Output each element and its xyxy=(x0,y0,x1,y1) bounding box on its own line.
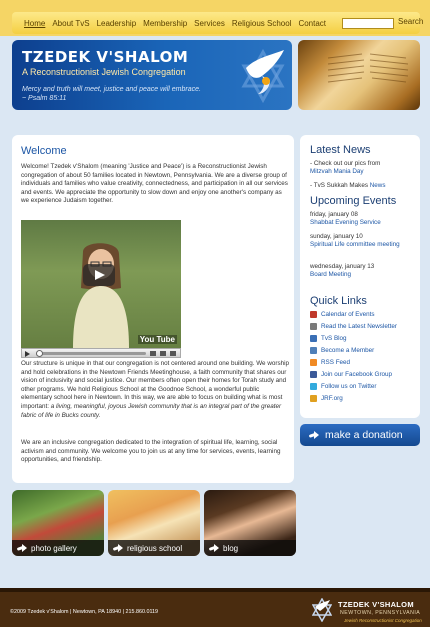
footer-location: NEWTOWN, PENNSYLVANIA xyxy=(340,610,421,616)
upcoming-events-heading: Upcoming Events xyxy=(310,195,397,207)
fullscreen-icon[interactable] xyxy=(170,351,176,356)
menu-icon[interactable] xyxy=(160,351,166,356)
quick-link-calendar[interactable]: Calendar of Events xyxy=(310,311,375,318)
event-date: wednesday, january 13 xyxy=(310,263,375,270)
event-link[interactable]: Spiritual Life committee meeting xyxy=(310,241,400,248)
video-person-image xyxy=(73,243,129,348)
footer-copyright: ©2009 Tzedek v'Shalom | Newtown, PA 1894… xyxy=(10,609,159,615)
news-link-sukkah[interactable]: News xyxy=(370,182,386,189)
photo-gallery-tile[interactable]: photo gallery xyxy=(12,490,104,556)
arrow-icon xyxy=(209,544,219,552)
tile-caption: blog xyxy=(204,540,296,556)
event-link[interactable]: Shabbat Evening Service xyxy=(310,219,381,226)
news-link-mitzvah[interactable]: Mitzvah Mania Day xyxy=(310,168,364,175)
tile-label: blog xyxy=(223,543,239,553)
quick-link-label: Become a Member xyxy=(321,347,375,354)
quick-link-newsletter[interactable]: Read the Latest Newsletter xyxy=(310,323,397,330)
quick-link-facebook[interactable]: Join our Facebook Group xyxy=(310,371,392,378)
quick-link-label: JRF.org xyxy=(321,395,343,402)
structure-emphasis: a living, meaningful, joyous Jewish comm… xyxy=(21,402,282,419)
religious-school-tile[interactable]: religious school xyxy=(108,490,200,556)
play-icon[interactable] xyxy=(25,351,30,357)
tile-caption: photo gallery xyxy=(12,540,104,556)
quick-link-label: Join our Facebook Group xyxy=(321,371,393,378)
banner-quote-citation: ~ Psalm 85:11 xyxy=(22,95,67,102)
rss-icon xyxy=(310,359,317,366)
torah-text-lines-icon xyxy=(327,53,409,83)
torah-scroll-image xyxy=(298,40,420,110)
site-title: TZEDEK V'SHALOM xyxy=(22,48,189,66)
arrow-icon xyxy=(113,544,123,552)
event-item: friday, january 08 Shabbat Evening Servi… xyxy=(310,211,416,227)
video-scrubber[interactable] xyxy=(36,350,43,357)
blog-tile[interactable]: blog xyxy=(204,490,296,556)
latest-news-heading: Latest News xyxy=(310,144,371,156)
closing-paragraph: We are an inclusive congregation dedicat… xyxy=(21,439,281,464)
nav-services[interactable]: Services xyxy=(194,19,225,28)
search-button[interactable]: Search xyxy=(398,17,423,26)
nav-leadership[interactable]: Leadership xyxy=(97,19,137,28)
news-item: - Check out our pics from Mitzvah Mania … xyxy=(310,160,416,176)
event-date: friday, january 08 xyxy=(310,211,358,218)
footer-name: TZEDEK V'SHALOM xyxy=(338,600,414,609)
calendar-icon xyxy=(310,311,317,318)
event-item: wednesday, january 13 Board Meeting xyxy=(310,263,416,279)
volume-icon[interactable] xyxy=(150,351,156,356)
quick-link-blog[interactable]: TvS Blog xyxy=(310,335,347,342)
twitter-icon xyxy=(310,383,317,390)
quick-link-label: Read the Latest Newsletter xyxy=(321,323,397,330)
quick-link-rss[interactable]: RSS Feed xyxy=(310,359,350,366)
star-of-david-icon xyxy=(312,598,332,622)
nav-about[interactable]: About TvS xyxy=(52,19,89,28)
arrow-icon xyxy=(17,544,27,552)
news-item-text: - TvS Sukkah Makes xyxy=(310,182,368,189)
main-navigation: Home About TvS Leadership Membership Ser… xyxy=(12,12,423,34)
welcome-heading: Welcome xyxy=(21,145,67,157)
tile-caption: religious school xyxy=(108,540,200,556)
nav-membership[interactable]: Membership xyxy=(143,19,187,28)
jrf-icon xyxy=(310,395,317,402)
news-item-text: - Check out our pics from xyxy=(310,160,381,167)
welcome-panel: Welcome Welcome! Tzedek v'Shalom (meanin… xyxy=(12,135,294,483)
quick-link-label: RSS Feed xyxy=(321,359,351,366)
news-item: - TvS Sukkah Makes News xyxy=(310,182,416,190)
nav-home[interactable]: Home xyxy=(24,19,45,28)
banner-quote: Mercy and truth will meet, justice and p… xyxy=(22,86,201,93)
footer-tagline: Jewish Reconstructionist Congregation xyxy=(344,618,422,623)
welcome-video[interactable]: You Tube xyxy=(21,220,181,348)
video-progress-track[interactable] xyxy=(36,352,146,355)
header-banner: TZEDEK V'SHALOM A Reconstructionist Jewi… xyxy=(12,40,292,110)
arrow-icon xyxy=(309,431,319,439)
video-controls xyxy=(21,348,181,358)
footer: ©2009 Tzedek v'Shalom | Newtown, PA 1894… xyxy=(0,588,430,627)
donate-label: make a donation xyxy=(325,429,403,441)
member-icon xyxy=(310,347,317,354)
event-link[interactable]: Board Meeting xyxy=(310,271,351,278)
quick-link-member[interactable]: Become a Member xyxy=(310,347,374,354)
youtube-logo: You Tube xyxy=(137,335,177,344)
sidebar: Latest News - Check out our pics from Mi… xyxy=(300,135,420,418)
blog-icon xyxy=(310,335,317,342)
quick-link-jrf[interactable]: JRF.org xyxy=(310,395,343,402)
search-input[interactable] xyxy=(342,18,394,29)
quick-links-heading: Quick Links xyxy=(310,295,367,307)
nav-religious-school[interactable]: Religious School xyxy=(232,19,292,28)
dove-star-logo-icon xyxy=(241,48,285,104)
quick-link-twitter[interactable]: Follow us on Twitter xyxy=(310,383,377,390)
tile-label: photo gallery xyxy=(31,543,77,553)
nav-contact[interactable]: Contact xyxy=(298,19,326,28)
quick-link-label: Follow us on Twitter xyxy=(321,383,377,390)
newsletter-icon xyxy=(310,323,317,330)
site-subtitle: A Reconstructionist Jewish Congregation xyxy=(22,67,186,77)
event-item: sunday, january 10 Spiritual Life commit… xyxy=(310,233,416,249)
intro-paragraph: Welcome! Tzedek v'Shalom (meaning 'Justi… xyxy=(21,163,288,205)
tile-label: religious school xyxy=(127,543,183,553)
play-video-button[interactable] xyxy=(83,264,115,286)
facebook-icon xyxy=(310,371,317,378)
donate-button[interactable]: make a donation xyxy=(300,424,420,446)
quick-link-label: TvS Blog xyxy=(321,335,347,342)
structure-paragraph: Our structure is unique in that our cong… xyxy=(21,360,289,420)
event-date: sunday, january 10 xyxy=(310,233,363,240)
quick-link-label: Calendar of Events xyxy=(321,311,375,318)
